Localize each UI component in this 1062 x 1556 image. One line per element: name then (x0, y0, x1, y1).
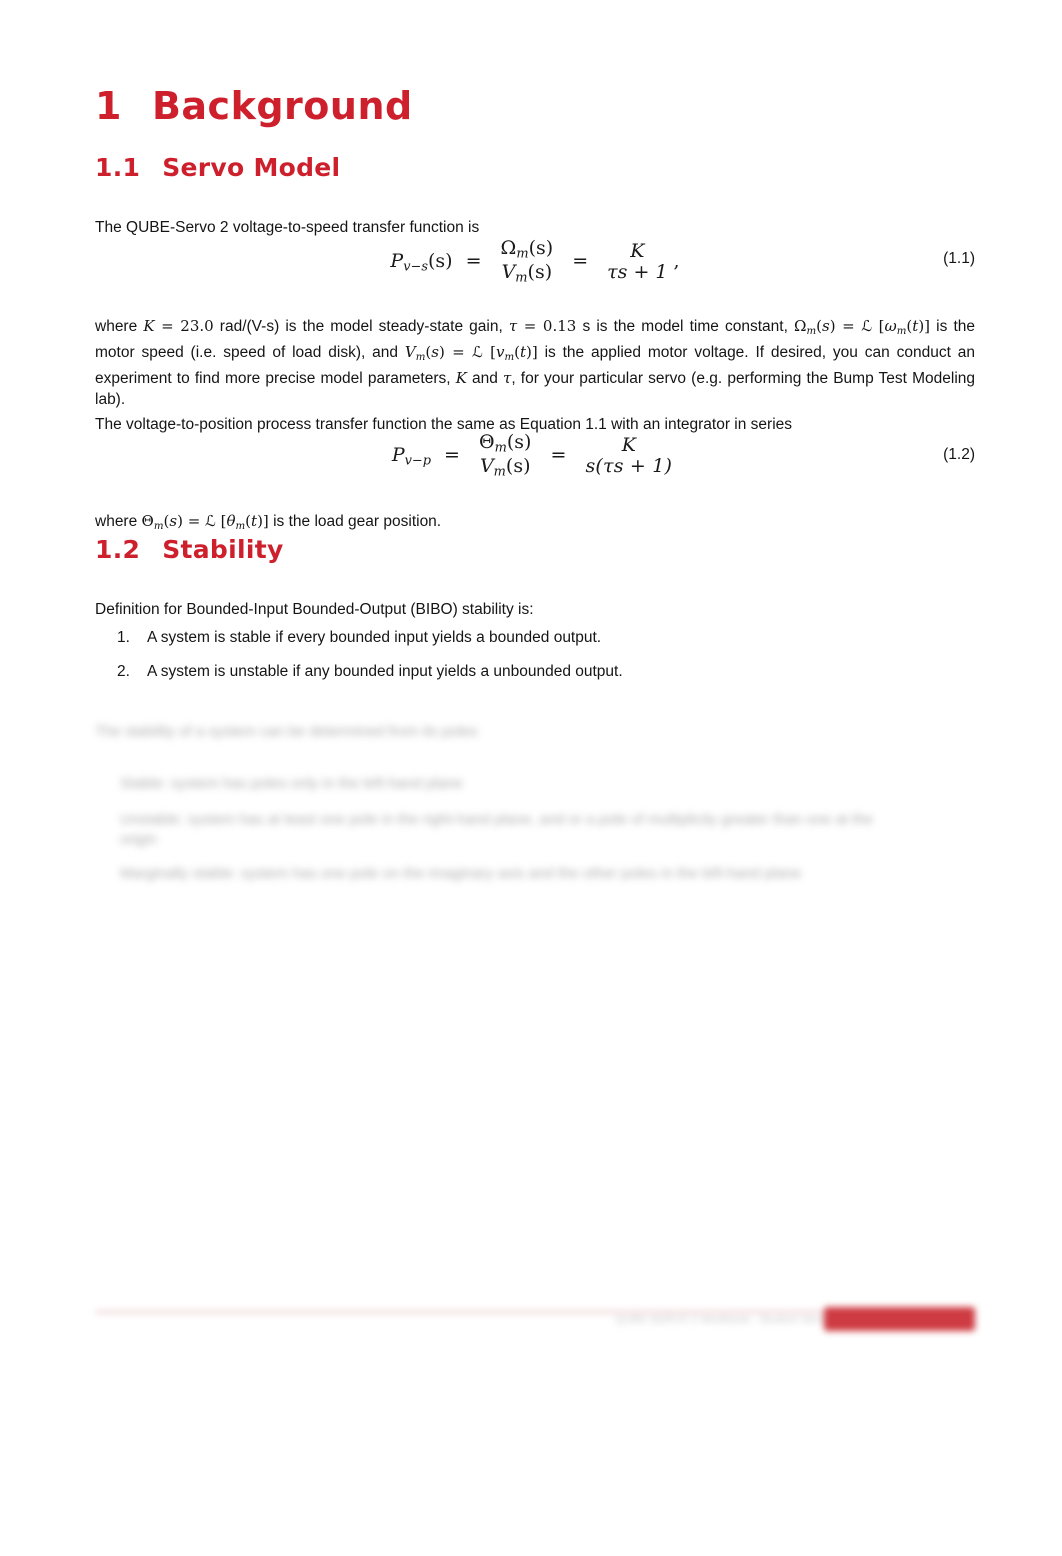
note-suffix: is the load gear position. (268, 512, 442, 530)
eq2-theta-subscript: m (494, 440, 507, 456)
eq2-frac2-numerator: K (621, 433, 636, 456)
list-item-text: A system is unstable if any bounded inpu… (147, 662, 623, 680)
redacted-paragraph: The stability of a system can be determi… (95, 723, 478, 740)
param-text-3: s is the model time constant, (576, 317, 795, 335)
subsection-number: 1.2 (95, 535, 141, 564)
eq1-lhs-symbol: P (390, 250, 404, 273)
subsection-heading-stability: 1.2 Stability (95, 535, 284, 564)
document-page: 1 Background 1.1 Servo Model The QUBE-Serv… (0, 0, 1062, 1556)
load-gear-position-note: where Θm(s) = ℒ [θm(t)] is the load gear… (95, 511, 975, 537)
eq2-v-symbol: V (479, 455, 494, 478)
eq2-frac1-denominator: Vm(s) (475, 455, 535, 480)
list-item: 2. A system is unstable if any bounded i… (117, 662, 997, 683)
list-item: 1. A system is stable if every bounded i… (117, 628, 997, 649)
eq1-fraction-2: K τs + 1 (603, 239, 671, 284)
list-item-text: A system is stable if every bounded inpu… (147, 629, 602, 646)
eq1-lhs-subscript: v−s (403, 259, 428, 275)
list-item-marker: 1. (117, 629, 130, 646)
section-number: 1 (95, 84, 122, 128)
section-title: Background (151, 84, 413, 128)
equation-1-2-body: Pv−p = Θm(s) Vm(s) = K s(τs + 1) (391, 431, 678, 480)
subsection-title: Servo Model (162, 153, 341, 182)
eq2-theta-arg: (s) (506, 431, 532, 453)
note-prefix: where (95, 512, 142, 530)
eq1-v-arg: (s) (527, 261, 553, 284)
eq1-equals-2: = (572, 250, 589, 273)
param-text-1: where (95, 317, 144, 335)
param-math-omega-laplace: Ωm(s) = ℒ [ωm(t)] (794, 316, 931, 337)
footer-text: QUBE-SERVO 2 Workbook - Student Version (615, 1314, 838, 1326)
equation-1-2: Pv−p = Θm(s) Vm(s) = K s(τs + 1) (95, 431, 975, 480)
eq2-equals-1: = (444, 444, 460, 467)
redacted-list-item: Marginally stable: system has one pole o… (120, 865, 802, 882)
note-math-theta-laplace: Θm(s) = ℒ [θm(t)] (141, 511, 269, 532)
eq1-v-symbol: V (501, 261, 516, 284)
eq1-frac2-numerator: K (630, 239, 645, 262)
redacted-list-item: Stable: system has poles only in the lef… (120, 775, 463, 792)
eq2-fraction-2: K s(τs + 1) (581, 433, 676, 478)
eq1-omega-subscript: m (516, 246, 529, 262)
eq2-lhs-symbol: P (391, 444, 405, 467)
eq1-omega-arg: (s) (528, 237, 554, 259)
servo-parameters-paragraph: where K = 23.0 rad/(V-s) is the model st… (95, 316, 975, 411)
eq2-fraction-1: Θm(s) Vm(s) (475, 431, 535, 480)
eq1-v-subscript: m (515, 270, 528, 286)
subsection-number: 1.1 (95, 153, 141, 182)
footer-brand-block (824, 1307, 975, 1331)
redacted-list-item: Unstable: system has at least one pole i… (120, 811, 873, 848)
eq1-trailing-comma: , (673, 250, 680, 273)
subsection-heading-servo-model: 1.1 Servo Model (95, 153, 340, 182)
equation-1-1-body: Pv−s(s) = Ωm(s) Vm(s) = K τs + 1 , (390, 237, 680, 286)
eq2-v-arg: (s) (505, 455, 531, 478)
param-math-voltage-laplace: Vm(s) = ℒ [vm(t)] (404, 342, 538, 363)
param-math-tau: τ = 0.13 (508, 316, 577, 335)
eq1-fraction-1: Ωm(s) Vm(s) (497, 237, 558, 286)
equation-1-2-number: (1.2) (943, 446, 975, 463)
eq1-frac2-denominator: τs + 1 (607, 261, 668, 284)
eq1-lhs-argument: (s) (427, 250, 453, 273)
eq1-frac1-numerator: Ωm(s) (497, 237, 558, 262)
eq1-equals-1: = (465, 250, 482, 273)
page-footer: QUBE-SERVO 2 Workbook - Student Version (95, 1300, 975, 1344)
intro-paragraph: The QUBE-Servo 2 voltage-to-speed transf… (95, 218, 480, 236)
list-item-marker: 2. (117, 662, 130, 680)
eq2-theta-symbol: Θ (479, 431, 495, 453)
bibo-definition-list: 1. A system is stable if every bounded i… (95, 628, 997, 695)
equation-1-1-number: (1.1) (943, 250, 975, 267)
section-heading-background: 1 Background (95, 84, 413, 128)
eq2-equals-2: = (550, 444, 567, 467)
eq1-frac1-denominator: Vm(s) (497, 261, 558, 286)
eq1-omega-symbol: Ω (500, 237, 517, 259)
subsection-title: Stability (162, 535, 284, 564)
param-text-6: and (466, 370, 504, 388)
eq2-frac2-denominator: s(τs + 1) (585, 455, 673, 478)
eq2-frac1-numerator: Θm(s) (475, 431, 535, 456)
param-math-gain: K = 23.0 (143, 316, 214, 335)
bibo-definition-intro: Definition for Bounded-Input Bounded-Out… (95, 600, 534, 618)
equation-1-1: Pv−s(s) = Ωm(s) Vm(s) = K τs + 1 , (95, 237, 975, 286)
eq2-v-subscript: m (493, 464, 506, 480)
param-text-2: rad/(V-s) is the model steady-state gain… (213, 317, 509, 335)
eq2-lhs-subscript: v−p (404, 453, 431, 469)
param-math-K: K (455, 369, 467, 388)
